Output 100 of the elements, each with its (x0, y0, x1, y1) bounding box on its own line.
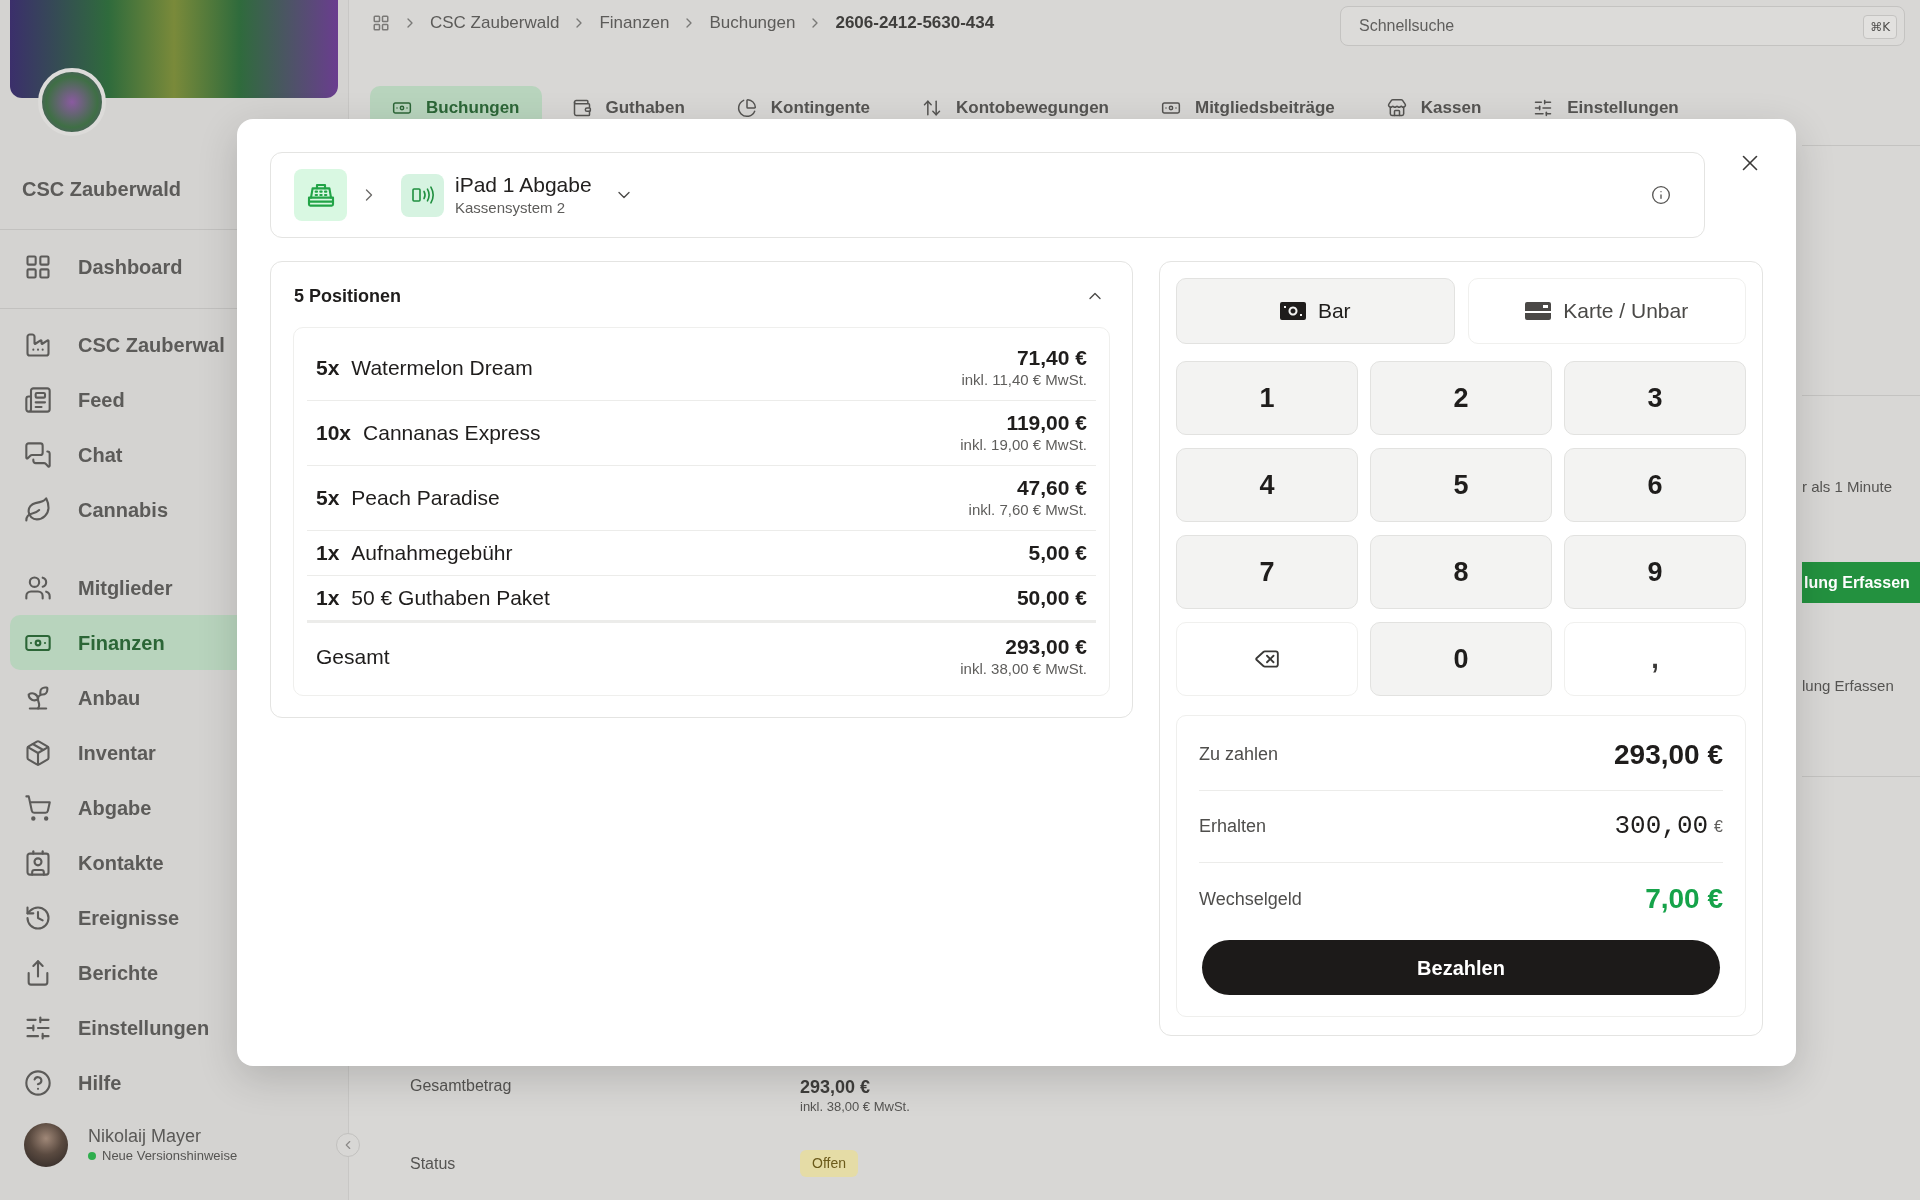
keypad-key[interactable]: 3 (1564, 361, 1746, 435)
tab[interactable]: Einstellungen (1511, 86, 1701, 119)
item-quantity: 5x (316, 356, 340, 380)
nav-item[interactable]: Hilfe (10, 1055, 237, 1110)
nav-item[interactable]: Abgabe (10, 780, 237, 835)
keypad-key[interactable]: 2 (1370, 361, 1552, 435)
payment-method-tab[interactable]: Bar (1176, 278, 1455, 344)
comma-key[interactable]: , (1564, 622, 1746, 696)
keypad-key[interactable]: 4 (1176, 448, 1358, 522)
item-quantity: 10x (316, 421, 352, 445)
factory-icon (24, 330, 52, 359)
tab[interactable]: Guthaben (549, 86, 707, 119)
info-icon[interactable] (1651, 185, 1671, 205)
total-price: 293,00 € (1005, 635, 1087, 659)
item-name: Watermelon Dream (351, 356, 533, 380)
chat-icon (24, 440, 52, 469)
nav-item[interactable]: Finanzen (10, 615, 237, 670)
item-price: 50,00 € (1016, 586, 1087, 610)
tab[interactable]: Buchungen (370, 86, 542, 119)
keypad-key[interactable]: 6 (1564, 448, 1746, 522)
item-price: 5,00 € (1028, 541, 1087, 565)
keypad-key[interactable]: 0 (1370, 622, 1552, 696)
user-avatar[interactable] (24, 1123, 68, 1167)
user-name: Nikolaij Mayer (88, 1125, 202, 1147)
detail-amount: 293,00 € (800, 1076, 871, 1098)
total-label: Gesamt (316, 645, 390, 669)
pay-button[interactable]: Bezahlen (1202, 940, 1720, 995)
item-quantity: 5x (316, 486, 340, 510)
breadcrumb-link[interactable]: CSC Zauberwald (430, 9, 560, 36)
nav-item[interactable]: Mitglieder (10, 560, 237, 615)
nav-item[interactable]: Feed (10, 372, 237, 427)
nav-item[interactable]: Berichte (10, 945, 237, 1000)
nav-item[interactable]: Anbau (10, 670, 237, 725)
shortcut-hint: ⌘K (1863, 14, 1897, 39)
item-tax-note: inkl. 7,60 € MwSt. (968, 500, 1087, 520)
users-icon (24, 573, 52, 602)
positions-title: 5 Positionen (294, 284, 401, 308)
time-note: r als 1 Minute (1802, 477, 1893, 497)
keypad-key[interactable]: 8 (1370, 535, 1552, 609)
pie-chart-icon (736, 98, 757, 118)
tab[interactable]: Kontingente (714, 86, 892, 119)
tab[interactable]: Mitgliedsbeiträge (1139, 86, 1357, 119)
breadcrumb-link[interactable]: Finanzen (599, 9, 670, 36)
status-badge: Offen (800, 1150, 858, 1177)
sliders-icon (1533, 98, 1554, 118)
nav-item[interactable]: Dashboard (10, 239, 237, 294)
apps-grid-icon[interactable] (372, 13, 390, 32)
item-name: Aufnahmegebühr (351, 541, 513, 565)
credit-card-icon (1525, 302, 1552, 320)
keypad-key[interactable]: 5 (1370, 448, 1552, 522)
breadcrumb-link[interactable]: Buchungen (709, 9, 796, 36)
banknote-icon (1279, 302, 1306, 320)
nav-item[interactable]: Cannabis (10, 482, 237, 537)
tab[interactable]: Kontobewegungen (900, 86, 1131, 119)
payment-method-tab[interactable]: Karte / Unbar (1467, 278, 1746, 344)
item-quantity: 1x (316, 586, 340, 610)
tab[interactable]: Kassen (1364, 86, 1504, 119)
nav-item[interactable]: Kontakte (10, 835, 237, 890)
detail-tax-note: inkl. 38,00 € MwSt. (800, 1098, 910, 1116)
arrows-icon (922, 98, 942, 118)
nav-item[interactable]: Chat (10, 427, 237, 482)
item-quantity: 1x (316, 541, 340, 565)
sliders-icon (24, 1013, 52, 1042)
store-icon (1386, 98, 1407, 118)
cash-register-icon (294, 169, 347, 221)
item-price: 119,00 € (1006, 411, 1087, 435)
release-notes-link[interactable]: Neue Versionshinweise (102, 1147, 238, 1165)
detail-label: Status (410, 1154, 456, 1174)
item-price: 47,60 € (1016, 476, 1087, 500)
nav-item[interactable]: Ereignisse (10, 890, 237, 945)
contact-card-icon (24, 848, 52, 877)
nav-item[interactable]: CSC Zauberwal (10, 317, 237, 372)
keypad-key[interactable]: 9 (1564, 535, 1746, 609)
received-amount-field[interactable]: 300,00 (1612, 807, 1709, 846)
record-link[interactable]: lung Erfassen (1802, 676, 1894, 696)
leaf-icon (24, 495, 52, 524)
item-name: Peach Paradise (351, 486, 500, 510)
summary-label: Wechselgeld (1199, 887, 1302, 911)
nav-item[interactable]: Einstellungen (10, 1000, 237, 1055)
package-icon (24, 738, 52, 767)
currency-suffix: € (1714, 816, 1723, 837)
item-price: 71,40 € (1016, 346, 1087, 370)
item-name: Cannanas Express (363, 421, 541, 445)
club-name: CSC Zauberwald (22, 177, 181, 202)
page-title: 2606-2412-5630-434 (835, 11, 995, 34)
cart-icon (24, 793, 52, 822)
nav-item[interactable]: Inventar (10, 725, 237, 780)
summary-label: Zu zahlen (1199, 743, 1279, 766)
register-system: Kassensystem 2 (455, 198, 566, 218)
record-button[interactable]: lung Erfassen (1802, 562, 1920, 603)
summary-label: Erhalten (1199, 815, 1267, 838)
tablet-signal-icon (401, 173, 444, 217)
detail-label: Gesamtbetrag (410, 1076, 512, 1096)
newspaper-icon (24, 385, 52, 414)
keypad-key[interactable]: 7 (1176, 535, 1358, 609)
register-name: iPad 1 Abgabe (455, 172, 592, 198)
total-tax-note: inkl. 38,00 € MwSt. (960, 659, 1087, 679)
change-amount: 7,00 € (1645, 882, 1723, 916)
help-icon (24, 1068, 52, 1097)
keypad-key[interactable]: 1 (1176, 361, 1358, 435)
